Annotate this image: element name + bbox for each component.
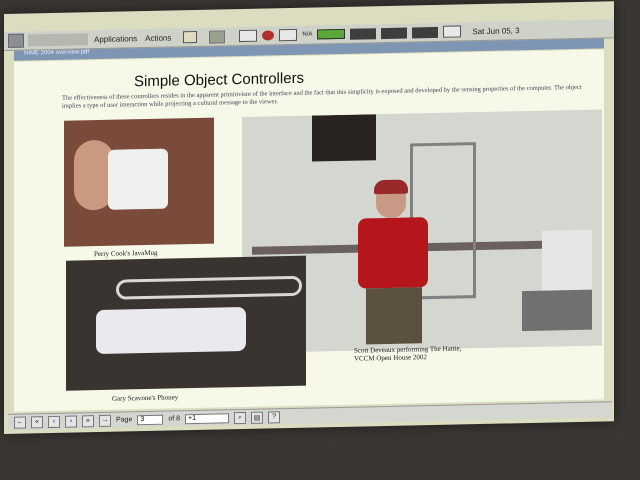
- javamug-photo: [64, 117, 214, 247]
- performer-figure: [358, 179, 428, 345]
- performer-hat: [374, 179, 408, 195]
- editor-icon[interactable]: [279, 28, 298, 42]
- workspace-1[interactable]: [350, 27, 377, 40]
- page-label: Page: [116, 416, 133, 424]
- menu-applications[interactable]: Applications: [94, 34, 137, 44]
- performer-torso: [358, 217, 428, 289]
- radiator-shape: [542, 229, 592, 291]
- workspace-2[interactable]: [381, 27, 408, 39]
- home-icon[interactable]: [183, 30, 198, 44]
- menu-actions[interactable]: Actions: [145, 33, 171, 43]
- phone-device-shape: [96, 306, 246, 355]
- phone-cord-shape: [116, 275, 302, 300]
- status-na: N/A: [302, 31, 313, 38]
- laptop-shape: [522, 289, 592, 332]
- page-count: of 8: [168, 415, 181, 423]
- caption-performance: Scott Deveaux performing The Hattie, VCC…: [354, 344, 461, 362]
- caption-phoney: Gary Scavone's Phoney: [112, 393, 179, 403]
- caption-performance-line2: VCCM Open House 2002: [354, 353, 427, 363]
- projected-screen: Applications Actions N/A Sat Jun 05, 3 N…: [4, 1, 614, 435]
- workspace-3[interactable]: [412, 26, 439, 38]
- app-launcher-icon[interactable]: [209, 29, 226, 44]
- browser-icon[interactable]: [262, 30, 275, 41]
- print-icon[interactable]: ▤: [251, 411, 264, 424]
- prev-page-icon[interactable]: ‹: [48, 415, 60, 428]
- next-page-icon[interactable]: ›: [65, 414, 77, 428]
- mug-shape: [108, 148, 168, 210]
- battery-meter: [317, 28, 346, 40]
- performer-legs: [366, 287, 422, 345]
- last-page-icon[interactable]: »: [82, 414, 94, 427]
- slide-title: Simple Object Controllers: [134, 69, 305, 91]
- forward-icon[interactable]: →: [99, 414, 111, 427]
- back-icon[interactable]: ←: [14, 416, 26, 429]
- launcher-icon[interactable]: [8, 33, 24, 48]
- page-input[interactable]: [137, 414, 164, 425]
- speaker-shape: [312, 114, 376, 162]
- zoom-select[interactable]: [185, 412, 230, 424]
- help-icon[interactable]: ?: [268, 410, 281, 423]
- first-page-icon[interactable]: «: [31, 415, 43, 428]
- panel-spacer: [28, 33, 88, 47]
- network-icon[interactable]: [443, 25, 462, 38]
- phoney-photo: [66, 255, 306, 391]
- main-menu: Applications Actions: [94, 29, 226, 46]
- caption-javamug: Perry Cook's JavaMug: [94, 248, 158, 259]
- slide-page: Simple Object Controllers The effectiven…: [14, 49, 604, 412]
- terminal-icon[interactable]: [239, 29, 258, 43]
- clock[interactable]: Sat Jun 05, 3: [472, 26, 519, 36]
- system-tray: N/A Sat Jun 05, 3: [239, 24, 520, 43]
- find-icon[interactable]: ⌕: [234, 411, 247, 424]
